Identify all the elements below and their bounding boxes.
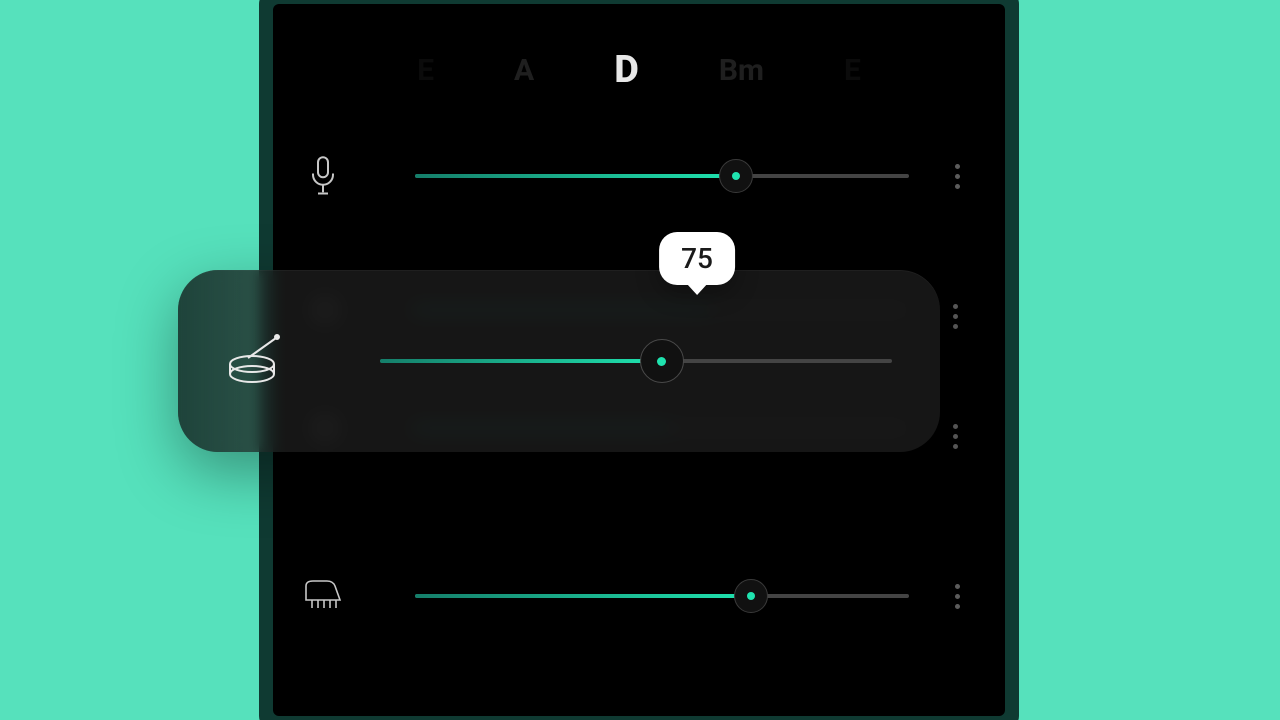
value-tooltip: 75	[659, 232, 735, 285]
chord-strip: E A D Bm E	[273, 48, 1005, 92]
slider-thumb[interactable]	[734, 579, 768, 613]
kebab-icon[interactable]	[935, 304, 975, 329]
chord-item: A	[514, 53, 534, 88]
mic-icon	[301, 156, 345, 196]
focused-track-card	[178, 270, 940, 452]
track-row-other	[273, 714, 1005, 716]
volume-slider-drums[interactable]	[380, 359, 892, 363]
track-row-piano	[273, 574, 1005, 618]
drum-icon	[226, 334, 284, 388]
chord-item: E	[417, 53, 434, 88]
chord-item: Bm	[719, 53, 764, 88]
track-row-vocals	[273, 154, 1005, 198]
slider-thumb[interactable]	[640, 339, 684, 383]
chord-item: E	[844, 53, 861, 88]
slider-thumb[interactable]	[719, 159, 753, 193]
chord-item-current: D	[614, 48, 639, 92]
volume-slider-piano[interactable]	[415, 594, 909, 598]
piano-icon	[301, 578, 345, 614]
volume-slider-vocals[interactable]	[415, 174, 909, 178]
kebab-icon[interactable]	[937, 584, 977, 609]
kebab-icon[interactable]	[935, 424, 975, 449]
kebab-icon[interactable]	[937, 164, 977, 189]
